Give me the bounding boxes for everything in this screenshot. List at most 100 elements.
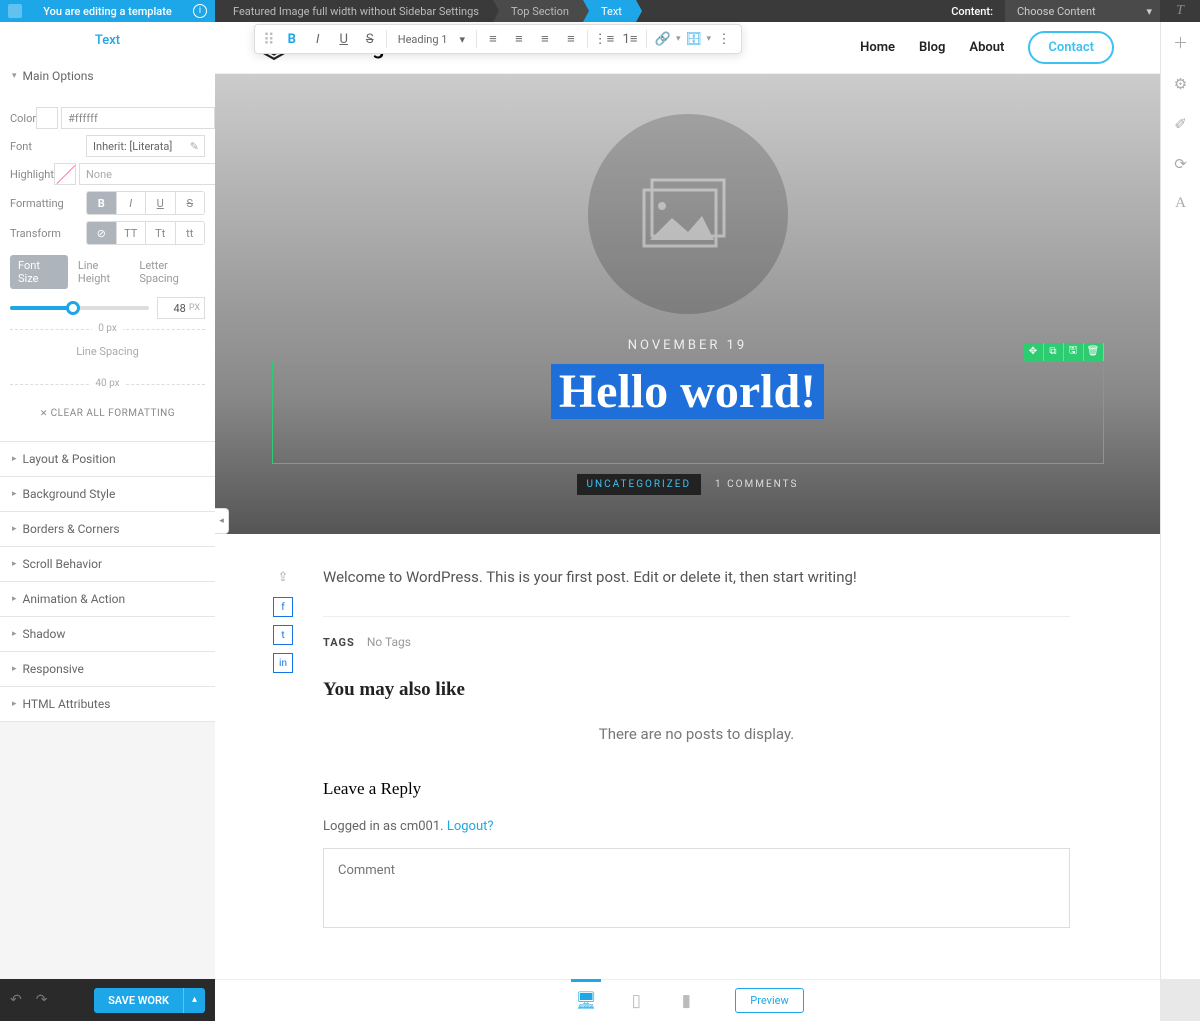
thrive-icon[interactable]: T <box>1160 3 1200 19</box>
right-toolbar: ＋ ⚙ ✐ ⟳ A <box>1160 22 1200 979</box>
panel-animation-action[interactable]: ▸Animation & Action <box>0 582 215 616</box>
underline-button[interactable]: U <box>146 192 176 214</box>
tb-link[interactable]: 🔗 <box>650 26 676 52</box>
add-element-icon[interactable]: ＋ <box>1173 32 1188 53</box>
breadcrumb-element[interactable]: Text <box>583 0 636 22</box>
style-icon[interactable]: ✐ <box>1174 115 1187 133</box>
highlight-input[interactable] <box>79 163 215 185</box>
panel-main-options[interactable]: ▾Main Options <box>0 59 215 93</box>
editor-canvas: Your Logo Home Blog About Contact NOVEMB… <box>215 22 1160 979</box>
app-logo-icon <box>8 4 22 18</box>
device-tablet-icon[interactable]: ▯ <box>621 986 651 1016</box>
device-desktop-icon[interactable]: 🖥 <box>571 986 601 1016</box>
floating-text-toolbar: ⠿ B I U S Heading 1▾ ≡ ≡ ≡ ≡ ⋮≡ 1≡ 🔗 ▾ 🗄… <box>254 24 742 54</box>
content-dropdown[interactable]: Choose Content <box>1005 0 1160 22</box>
bold-button[interactable]: B <box>87 192 117 214</box>
font-size-value[interactable]: 48PX <box>157 297 205 319</box>
tb-dynamic[interactable]: 🗄 <box>681 26 707 52</box>
breadcrumb: Featured Image full width without Sideba… <box>215 0 636 22</box>
tb-list-ul[interactable]: ⋮≡ <box>591 26 617 52</box>
italic-button[interactable]: I <box>117 192 147 214</box>
line-spacing-label: Line Spacing <box>10 345 205 358</box>
transform-cap-button[interactable]: Tt <box>146 222 176 244</box>
save-options-caret[interactable]: ▴ <box>183 988 205 1013</box>
sidebar-element-title: Text <box>0 22 215 59</box>
logout-link[interactable]: Logout? <box>447 819 494 834</box>
panel-scroll-behavior[interactable]: ▸Scroll Behavior <box>0 547 215 581</box>
preview-button[interactable]: Preview <box>735 988 803 1013</box>
nav-about[interactable]: About <box>969 40 1004 55</box>
nav-blog[interactable]: Blog <box>919 40 945 55</box>
nav-contact-button[interactable]: Contact <box>1028 31 1114 64</box>
highlight-swatch[interactable] <box>54 163 76 185</box>
share-icon[interactable]: ⇪ <box>278 570 289 585</box>
transform-lower-button[interactable]: tt <box>176 222 205 244</box>
settings-icon[interactable]: ⚙ <box>1174 75 1187 93</box>
tb-bold[interactable]: B <box>279 26 305 52</box>
duplicate-icon[interactable]: ⧉ <box>1044 343 1064 361</box>
category-badge[interactable]: UNCATEGORIZED <box>577 474 701 495</box>
tb-heading-select[interactable]: Heading 1▾ <box>390 33 473 46</box>
panel-responsive[interactable]: ▸Responsive <box>0 652 215 686</box>
move-icon[interactable]: ✥ <box>1024 343 1044 361</box>
delete-icon[interactable]: 🗑 <box>1084 343 1104 361</box>
properties-sidebar: Text ▾Main Options Color Font Inherit: [… <box>0 22 215 979</box>
panel-background-style[interactable]: ▸Background Style <box>0 477 215 511</box>
content-label: Content: <box>939 5 1005 18</box>
clear-formatting-button[interactable]: CLEAR ALL FORMATTING <box>10 400 205 427</box>
tab-font-size[interactable]: Font Size <box>10 255 68 289</box>
save-element-icon[interactable]: 🖫 <box>1064 343 1084 361</box>
tb-more[interactable]: ⋮ <box>711 26 737 52</box>
comment-textarea[interactable] <box>323 848 1070 928</box>
strike-button[interactable]: S <box>176 192 205 214</box>
color-input[interactable] <box>61 107 215 129</box>
nav-home[interactable]: Home <box>860 40 895 55</box>
linkedin-icon[interactable]: in <box>273 653 293 673</box>
logged-in-text: Logged in as cm001. Logout? <box>323 819 1070 834</box>
panel-shadow[interactable]: ▸Shadow <box>0 617 215 651</box>
breadcrumb-root[interactable]: Featured Image full width without Sideba… <box>215 0 493 22</box>
save-work-button[interactable]: SAVE WORK <box>94 988 183 1013</box>
panel-layout-position[interactable]: ▸Layout & Position <box>0 442 215 476</box>
breadcrumb-section[interactable]: Top Section <box>493 0 583 22</box>
typography-icon[interactable]: A <box>1175 195 1186 212</box>
facebook-icon[interactable]: f <box>273 597 293 617</box>
transform-upper-button[interactable]: TT <box>117 222 147 244</box>
leave-reply-heading: Leave a Reply <box>323 779 1070 799</box>
featured-image-hero: NOVEMBER 19 ✥ ⧉ 🖫 🗑 Hello world! UNCATEG… <box>215 74 1160 534</box>
sidebar-collapse-tab[interactable]: ◂ <box>215 508 229 534</box>
transform-none-button[interactable]: ⊘ <box>87 222 117 244</box>
pencil-icon[interactable]: ✎ <box>190 140 199 153</box>
tb-italic[interactable]: I <box>305 26 331 52</box>
tb-align-left[interactable]: ≡ <box>480 26 506 52</box>
redo-button[interactable]: ↷ <box>36 992 48 1008</box>
refresh-icon[interactable]: ⟳ <box>1174 155 1187 173</box>
transform-label: Transform <box>10 227 86 240</box>
topbar-template-info: You are editing a template i <box>0 0 215 22</box>
tb-strike[interactable]: S <box>357 26 383 52</box>
tb-list-ol[interactable]: 1≡ <box>617 26 643 52</box>
info-icon[interactable]: i <box>193 4 207 18</box>
panel-borders-corners[interactable]: ▸Borders & Corners <box>0 512 215 546</box>
undo-button[interactable]: ↶ <box>10 992 22 1008</box>
tb-underline[interactable]: U <box>331 26 357 52</box>
tb-align-right[interactable]: ≡ <box>532 26 558 52</box>
tb-align-justify[interactable]: ≡ <box>558 26 584 52</box>
image-placeholder-icon <box>588 114 788 314</box>
font-size-slider[interactable] <box>10 306 149 310</box>
tab-line-height[interactable]: Line Height <box>78 255 130 289</box>
highlight-label: Highlight <box>10 168 54 181</box>
twitter-icon[interactable]: t <box>273 625 293 645</box>
font-select[interactable]: Inherit: [Literata]✎ <box>86 135 205 157</box>
no-posts-message: There are no posts to display. <box>323 725 1070 743</box>
color-swatch[interactable] <box>36 107 58 129</box>
selected-text-element[interactable]: ✥ ⧉ 🖫 🗑 Hello world! <box>272 361 1104 464</box>
color-label: Color <box>10 112 36 125</box>
drag-handle-icon[interactable]: ⠿ <box>259 30 279 49</box>
tb-align-center[interactable]: ≡ <box>506 26 532 52</box>
related-posts-heading: You may also like <box>323 679 1070 701</box>
post-title[interactable]: Hello world! <box>551 364 824 419</box>
panel-html-attributes[interactable]: ▸HTML Attributes <box>0 687 215 721</box>
device-mobile-icon[interactable]: ▮ <box>671 986 701 1016</box>
tab-letter-spacing[interactable]: Letter Spacing <box>139 255 205 289</box>
